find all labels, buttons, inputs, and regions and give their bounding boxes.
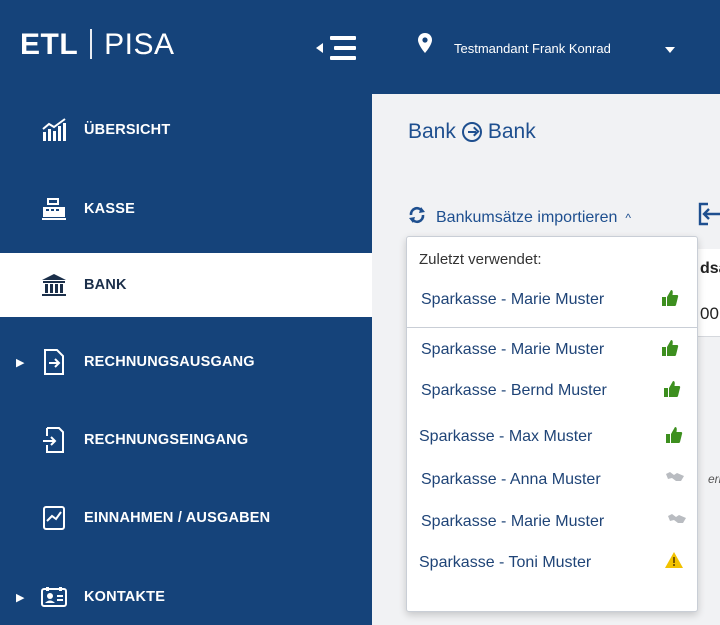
brand-pisa: PISA <box>104 28 175 61</box>
dropdown-item-label: Sparkasse - Anna Muster <box>421 471 601 488</box>
dropdown-item-account[interactable]: Sparkasse - Toni Muster <box>407 546 697 582</box>
dropdown-item-account[interactable]: Sparkasse - Bernd Muster <box>407 374 697 410</box>
sidebar-item-kontakte[interactable]: ▶ KONTAKTE <box>0 565 372 625</box>
dropdown-item-recent[interactable]: Sparkasse - Marie Muster <box>407 283 697 319</box>
brand-separator <box>90 29 93 59</box>
breadcrumb: Bank Bank <box>408 120 536 144</box>
breadcrumb-current: Bank <box>487 120 536 143</box>
dropdown-item-account[interactable]: Sparkasse - Marie Muster <box>407 505 697 541</box>
chevron-up-icon: ^ <box>625 210 632 225</box>
sidebar-collapse-icon[interactable] <box>316 36 356 60</box>
sidebar-item-einnahmen-ausgaben[interactable]: EINNAHMEN / AUSGABEN <box>0 486 372 550</box>
dropdown-item-label: Sparkasse - Bernd Muster <box>421 382 607 399</box>
breadcrumb-parent[interactable]: Bank <box>408 120 456 144</box>
cash-register-icon <box>40 195 68 223</box>
note-fragment: erk <box>708 472 720 486</box>
import-label: Bankumsätze importieren <box>436 208 618 226</box>
thumbs-up-icon <box>663 380 681 398</box>
handshake-icon <box>667 511 686 529</box>
outgoing-invoice-icon <box>40 348 68 376</box>
dropdown-item-label: Sparkasse - Marie Muster <box>421 291 605 308</box>
tenant-selector[interactable]: Testmandant Frank Konrad <box>454 41 611 56</box>
dropdown-item-account[interactable]: Sparkasse - Marie Muster <box>407 333 697 369</box>
arrow-circle-right-icon <box>461 122 482 142</box>
sidebar-item-label: ÜBERSICHT <box>84 122 171 138</box>
sidebar-item-label: BANK <box>84 277 127 293</box>
thumbs-up-icon <box>661 339 679 357</box>
handshake-icon <box>665 469 684 487</box>
recently-used-heading: Zuletzt verwendet: <box>419 251 542 268</box>
sidebar-item-label: EINNAHMEN / AUSGABEN <box>84 510 271 526</box>
sidebar: ETL PISA ÜBERSICHT KASSE BANK ▶ RECHNUNGS… <box>0 0 372 625</box>
refresh-icon <box>408 206 426 229</box>
bank-icon <box>40 271 68 299</box>
export-icon[interactable] <box>698 202 720 226</box>
incoming-invoice-icon <box>40 426 68 454</box>
thumbs-up-icon <box>665 426 683 444</box>
contacts-icon <box>40 583 68 611</box>
bank-account-dropdown: Zuletzt verwendet: Sparkasse - Marie Mus… <box>406 236 698 612</box>
dropdown-item-label: Sparkasse - Max Muster <box>419 428 593 445</box>
dropdown-item-label: Sparkasse - Marie Muster <box>421 513 605 530</box>
location-pin-icon <box>418 33 432 58</box>
chart-icon <box>40 116 68 144</box>
expand-caret-icon[interactable]: ▶ <box>16 591 24 604</box>
dropdown-item-label: Sparkasse - Toni Muster <box>419 554 592 571</box>
income-expense-icon <box>40 504 68 532</box>
top-bar: Testmandant Frank Konrad <box>372 0 720 94</box>
sidebar-item-label: KASSE <box>84 201 135 217</box>
sidebar-item-label: KONTAKTE <box>84 589 166 605</box>
thumbs-up-icon <box>661 289 679 307</box>
sidebar-item-rechnungsausgang[interactable]: ▶ RECHNUNGSAUSGANG <box>0 330 372 394</box>
dropdown-item-label: Sparkasse - Marie Muster <box>421 341 605 358</box>
dropdown-item-account[interactable]: Sparkasse - Anna Muster <box>407 463 697 499</box>
dropdown-item-account[interactable]: Sparkasse - Max Muster <box>407 420 697 456</box>
sidebar-item-label: RECHNUNGSEINGANG <box>84 432 249 448</box>
warning-icon <box>665 552 683 570</box>
sidebar-item-label: RECHNUNGSAUSGANG <box>84 354 255 370</box>
dropdown-divider <box>407 327 697 328</box>
brand-logo[interactable]: ETL PISA <box>20 28 175 62</box>
column-header-fragment: dsa <box>700 260 720 277</box>
expand-caret-icon[interactable]: ▶ <box>16 356 24 369</box>
chevron-down-icon[interactable] <box>665 47 675 53</box>
import-transactions-button[interactable]: Bankumsätze importieren ^ <box>408 206 631 229</box>
brand-etl: ETL <box>20 28 79 61</box>
value-fragment: 00 <box>700 304 719 323</box>
sidebar-item-kasse[interactable]: KASSE <box>0 177 372 241</box>
sidebar-item-rechnungseingang[interactable]: RECHNUNGSEINGANG <box>0 408 372 472</box>
sidebar-item-bank[interactable]: BANK <box>0 253 372 317</box>
sidebar-item-uebersicht[interactable]: ÜBERSICHT <box>0 98 372 162</box>
